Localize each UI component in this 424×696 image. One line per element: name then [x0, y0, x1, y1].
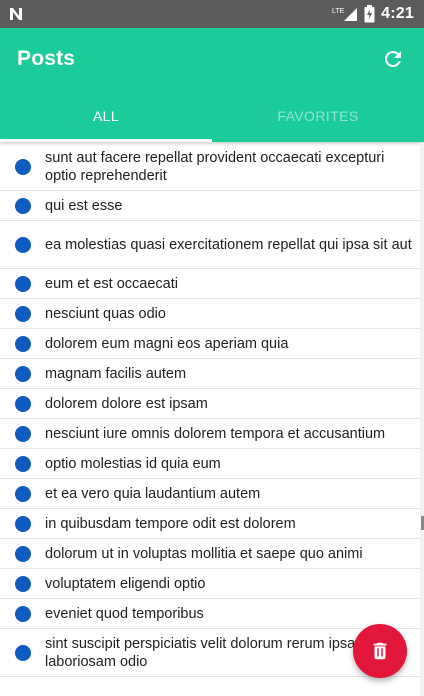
tab-all-label: ALL [92, 108, 120, 124]
signal-icon: LTE [332, 6, 358, 22]
bullet-dot-icon [15, 365, 31, 382]
list-item[interactable]: nesciunt quas odio [0, 299, 420, 329]
refresh-icon [384, 50, 401, 67]
list-item[interactable]: nesciunt iure omnis dolorem tempora et a… [0, 419, 420, 449]
bullet-dot-icon [15, 605, 31, 622]
post-title: in quibusdam tempore odit est dolorem [45, 515, 296, 532]
network-label: LTE [332, 8, 345, 15]
bullet-dot-icon [15, 197, 31, 214]
bullet-dot-icon [15, 455, 31, 472]
bullet-dot-icon [15, 575, 31, 592]
n-logo-icon [8, 6, 24, 22]
post-title: dolorem eum magni eos aperiam quia [45, 335, 289, 352]
list-item[interactable]: dolorem dolore est ipsam [0, 389, 420, 419]
list-item[interactable]: sunt aut facere repellat provident occae… [0, 143, 420, 191]
tab-indicator [0, 139, 212, 142]
bullet-dot-icon [15, 305, 31, 322]
post-title: voluptatem eligendi optio [45, 575, 206, 592]
status-time: 4:21 [381, 5, 414, 22]
bullet-dot-icon [15, 275, 31, 292]
list-item[interactable]: in quibusdam tempore odit est dolorem [0, 509, 420, 539]
bullet-dot-icon [15, 485, 31, 502]
post-title: dolorum ut in voluptas mollitia et saepe… [45, 545, 363, 562]
post-title: nesciunt iure omnis dolorem tempora et a… [45, 425, 386, 442]
app-bar: Posts [0, 28, 424, 90]
post-title: optio molestias id quia eum [45, 455, 221, 472]
post-title: qui est esse [45, 197, 123, 214]
post-title: nesciunt quas odio [45, 305, 166, 322]
post-title: sunt aut facere repellat provident occae… [45, 149, 385, 184]
list-item[interactable]: optio molestias id quia eum [0, 449, 420, 479]
post-list[interactable]: sunt aut facere repellat provident occae… [0, 143, 420, 696]
list-item[interactable]: qui est esse [0, 191, 420, 221]
trash-icon [373, 642, 387, 660]
bullet-dot-icon [15, 515, 31, 532]
tab-favorites[interactable]: FAVORITES [212, 90, 424, 142]
status-bar: LTE 4:21 [0, 0, 424, 28]
post-title: ea molestias quasi exercitationem repell… [45, 236, 412, 253]
tab-bar: ALL FAVORITES [0, 90, 424, 142]
list-item[interactable]: voluptatem eligendi optio [0, 569, 420, 599]
bullet-dot-icon [15, 158, 31, 175]
bullet-dot-icon [15, 545, 31, 562]
bullet-dot-icon [15, 395, 31, 412]
list-item[interactable]: eum et est occaecati [0, 269, 420, 299]
tab-favorites-label: FAVORITES [277, 108, 359, 124]
bullet-dot-icon [15, 644, 31, 661]
post-title: eveniet quod temporibus [45, 605, 204, 622]
bullet-dot-icon [15, 236, 31, 253]
battery-charging-icon [364, 5, 375, 23]
list-item[interactable]: et ea vero quia laudantium autem [0, 479, 420, 509]
tab-all[interactable]: ALL [0, 90, 212, 142]
post-title: eum et est occaecati [45, 275, 178, 292]
scroll-track[interactable] [420, 143, 424, 696]
post-title: et ea vero quia laudantium autem [45, 485, 261, 502]
refresh-button[interactable] [378, 44, 408, 74]
delete-fab-button[interactable] [353, 624, 407, 678]
list-item[interactable]: dolorum ut in voluptas mollitia et saepe… [0, 539, 420, 569]
bullet-dot-icon [15, 335, 31, 352]
post-title: dolorem dolore est ipsam [45, 395, 208, 412]
post-title: magnam facilis autem [45, 365, 187, 382]
list-item[interactable]: magnam facilis autem [0, 359, 420, 389]
list-item[interactable]: ea molestias quasi exercitationem repell… [0, 221, 420, 269]
page-title: Posts [17, 47, 76, 70]
list-item[interactable]: dolorem eum magni eos aperiam quia [0, 329, 420, 359]
list-item[interactable]: eveniet quod temporibus [0, 599, 420, 629]
bullet-dot-icon [15, 425, 31, 442]
